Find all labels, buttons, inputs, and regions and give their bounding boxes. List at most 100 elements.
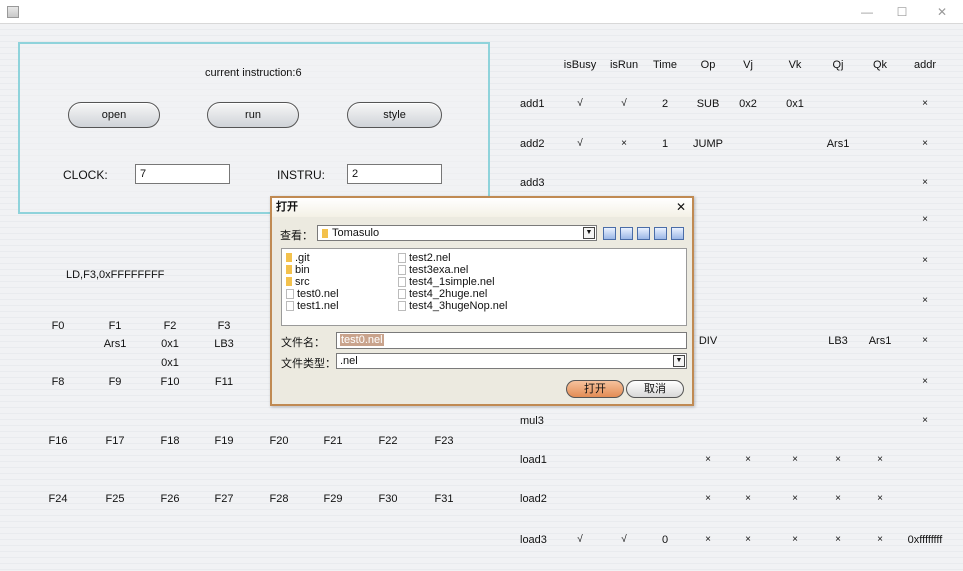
register-name: F17 [105, 435, 125, 447]
table-cell: Ars1 [826, 138, 850, 150]
dialog-close-button[interactable]: ✕ [676, 198, 686, 217]
maximize-button[interactable]: ☐ [887, 4, 917, 20]
register-name: F23 [434, 435, 454, 447]
chevron-down-icon[interactable]: ▼ [673, 355, 685, 367]
open-file-dialog: 打开 ✕ 查看： Tomasulo ▼ .git bin src test0.n… [270, 196, 694, 406]
table-cell: × [792, 534, 798, 545]
table-cell: 0x2 [739, 98, 757, 110]
table-cell: × [922, 295, 928, 306]
table-cell: × [792, 454, 798, 465]
new-folder-icon[interactable] [637, 227, 650, 240]
dialog-cancel-button[interactable]: 取消 [626, 380, 684, 398]
dialog-title: 打开 [276, 201, 298, 213]
look-in-label: 查看： [280, 230, 313, 242]
station-name: add3 [520, 177, 545, 189]
clock-label: CLOCK: [63, 168, 108, 182]
look-in-combo[interactable]: Tomasulo ▼ [317, 225, 597, 241]
column-header: isBusy [563, 59, 597, 71]
list-item[interactable]: test4_2huge.nel [398, 288, 487, 300]
table-cell: 0x1 [786, 98, 804, 110]
open-button[interactable]: open [68, 102, 160, 128]
register-name: F18 [160, 435, 180, 447]
java-app-icon [7, 6, 19, 18]
clock-field[interactable]: 7 [135, 164, 230, 184]
table-cell: × [745, 493, 751, 504]
register-name: F31 [434, 493, 454, 505]
filename-value: test0.nel [340, 334, 384, 346]
register-name: F22 [378, 435, 398, 447]
list-item[interactable]: test1.nel [286, 300, 339, 312]
list-item[interactable]: test4_3hugeNop.nel [398, 300, 507, 312]
station-name: mul3 [520, 415, 544, 427]
table-cell: 1 [661, 138, 669, 150]
table-cell: × [835, 534, 841, 545]
instru-field[interactable]: 2 [347, 164, 442, 184]
table-cell: × [922, 335, 928, 346]
table-cell: × [922, 98, 928, 109]
minimize-button[interactable]: — [852, 4, 882, 20]
table-cell: × [877, 454, 883, 465]
list-item[interactable]: bin [286, 264, 310, 276]
up-folder-icon[interactable] [603, 227, 616, 240]
filetype-combo[interactable]: .nel ▼ [336, 353, 687, 369]
table-cell: × [621, 138, 627, 149]
register-name: F24 [48, 493, 68, 505]
table-cell: × [922, 214, 928, 225]
table-cell: √ [577, 534, 583, 545]
column-header: Vk [788, 59, 802, 71]
register-name: F2 [163, 320, 177, 332]
table-cell: × [835, 493, 841, 504]
list-view-icon[interactable] [654, 227, 667, 240]
file-icon [398, 289, 406, 299]
run-button[interactable]: run [207, 102, 299, 128]
list-item[interactable]: test2.nel [398, 252, 451, 264]
style-button[interactable]: style [347, 102, 442, 128]
register-name: F29 [323, 493, 343, 505]
table-cell: × [922, 177, 928, 188]
register-value: Ars1 [103, 338, 127, 350]
register-name: F21 [323, 435, 343, 447]
list-item[interactable]: .git [286, 252, 310, 264]
register-name: F20 [269, 435, 289, 447]
file-list: .git bin src test0.nel test1.nel test2.n… [281, 248, 687, 326]
register-name: F8 [51, 376, 65, 388]
table-cell: 2 [661, 98, 669, 110]
register-value: LB3 [214, 338, 234, 350]
station-name: add1 [520, 98, 545, 110]
register-name: F10 [160, 376, 180, 388]
register-name: F27 [214, 493, 234, 505]
chevron-down-icon[interactable]: ▼ [583, 227, 595, 239]
table-cell: LB3 [828, 335, 848, 347]
table-cell: × [922, 415, 928, 426]
file-icon [398, 253, 406, 263]
table-cell: × [705, 493, 711, 504]
list-item[interactable]: src [286, 276, 310, 288]
register-name: F3 [217, 320, 231, 332]
file-icon [286, 301, 294, 311]
column-header: addr [913, 59, 937, 71]
folder-icon [286, 253, 292, 262]
folder-icon [286, 277, 292, 286]
table-cell: × [792, 493, 798, 504]
register-name: F30 [378, 493, 398, 505]
table-cell: SUB [696, 98, 720, 110]
filename-field[interactable]: test0.nel [336, 332, 687, 349]
current-instruction-label: current instruction:6 [205, 67, 302, 79]
details-view-icon[interactable] [671, 227, 684, 240]
table-cell: JUMP [693, 138, 723, 150]
register-name: F9 [108, 376, 122, 388]
register-name: F1 [108, 320, 122, 332]
look-in-value: Tomasulo [332, 227, 380, 239]
column-header: Op [700, 59, 716, 71]
list-item[interactable]: test3exa.nel [398, 264, 468, 276]
table-cell: 0 [661, 534, 669, 546]
list-item[interactable]: test0.nel [286, 288, 339, 300]
station-name: load1 [520, 454, 547, 466]
table-cell: × [922, 376, 928, 387]
home-icon[interactable] [620, 227, 633, 240]
table-cell: × [705, 534, 711, 545]
dialog-open-button[interactable]: 打开 [566, 380, 624, 398]
table-cell: × [877, 534, 883, 545]
list-item[interactable]: test4_1simple.nel [398, 276, 495, 288]
close-button[interactable]: ✕ [927, 4, 957, 20]
